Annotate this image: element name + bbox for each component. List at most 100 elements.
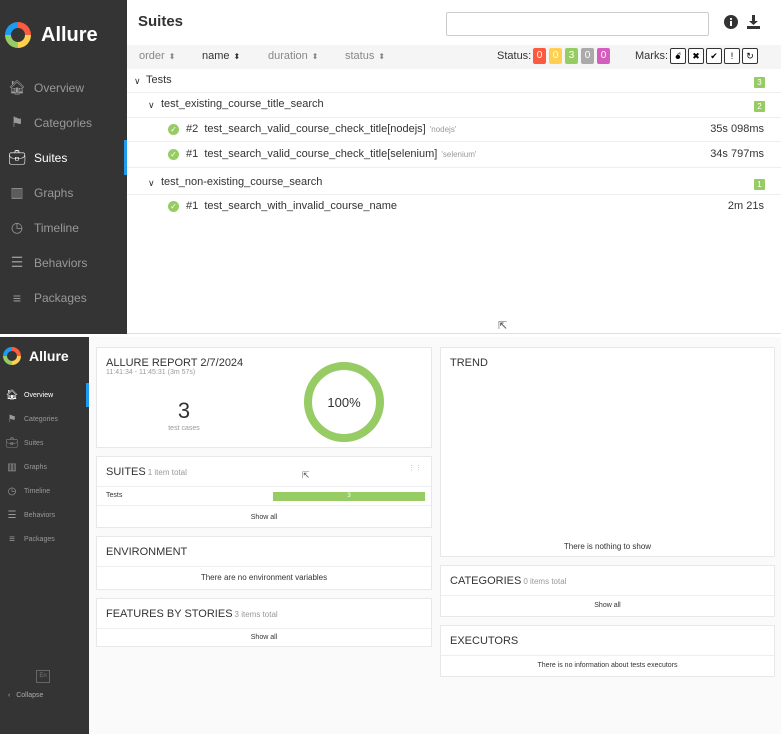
page-title: Suites xyxy=(138,13,184,30)
sidebar-item-timeline[interactable]: ◷ Timeline xyxy=(0,210,127,245)
packages-icon: ≡ xyxy=(9,533,15,545)
test-case-row[interactable]: ✓ #2 test_search_valid_course_check_titl… xyxy=(127,118,781,142)
count-badge: 2 xyxy=(754,101,765,112)
sort-by-order[interactable]: order ⬍ xyxy=(139,50,175,62)
sidebar-item-graphs[interactable]: ▥ Graphs xyxy=(0,455,89,479)
test-duration: 34s 797ms xyxy=(710,148,764,160)
tree-group[interactable]: ∨ test_existing_course_title_search 2 xyxy=(127,93,781,118)
test-case-title: #1 test_search_valid_course_check_title[… xyxy=(186,148,477,160)
sidebar-item-overview[interactable]: 🏠︎ Overview xyxy=(0,383,89,407)
categories-icon: ⚑ xyxy=(7,413,17,425)
categories-title: CATEGORIES 0 items total xyxy=(450,575,567,587)
suites-widget-title: SUITES 1 item total xyxy=(106,466,187,478)
report-title: ALLURE REPORT 2/7/2024 xyxy=(106,357,244,369)
suites-show-all[interactable]: Show all xyxy=(97,514,431,521)
sidebar-item-label: Overview xyxy=(24,391,54,399)
new-failed-mark-icon[interactable]: ✖ xyxy=(688,48,704,64)
new-passed-mark-icon[interactable]: ✔ xyxy=(706,48,722,64)
status-toggle-passed[interactable]: 3 xyxy=(565,48,578,64)
trend-title: TREND xyxy=(450,357,488,369)
executors-message: There is no information about tests exec… xyxy=(537,662,678,669)
sidebar-item-behaviors[interactable]: ☰ Behaviors xyxy=(0,245,127,280)
sort-by-status[interactable]: status ⬍ xyxy=(345,50,385,62)
download-icon[interactable] xyxy=(746,15,761,33)
briefcase-icon: 💼︎ xyxy=(8,149,26,165)
report-summary-widget: ALLURE REPORT 2/7/2024 11:41:34 - 11:45:… xyxy=(96,347,432,448)
status-toggle-failed[interactable]: 0 xyxy=(533,48,546,64)
suites-header: Suites xyxy=(127,5,781,45)
sidebar-item-categories[interactable]: ⚑ Categories xyxy=(0,407,89,431)
status-toggle-broken[interactable]: 0 xyxy=(549,48,562,64)
count-badge: 3 xyxy=(754,77,765,88)
tree-group-root[interactable]: ∨ Tests 3 xyxy=(127,69,781,93)
report-time-range: 11:41:34 - 11:45:31 (3m 57s) xyxy=(106,369,196,376)
sidebar-item-graphs[interactable]: ▥ Graphs xyxy=(0,175,127,210)
test-count: 3 xyxy=(177,398,191,423)
pass-rate-percent: 100% xyxy=(327,395,361,410)
sidebar-item-label: Suites xyxy=(24,439,44,447)
trend-widget: TREND There is nothing to show xyxy=(440,347,775,557)
tree-group[interactable]: ∨ test_non-existing_course_search 1 xyxy=(127,171,781,195)
status-toggle-skipped[interactable]: 0 xyxy=(581,48,594,64)
suites-panel: Suites order ⬍ name ⬍ duration ⬍ status ⬍ St… xyxy=(127,5,781,334)
app-logo[interactable]: Allure xyxy=(0,0,127,70)
passed-check-icon: ✓ xyxy=(168,124,179,135)
mouse-cursor-icon: ⇱ xyxy=(498,320,508,332)
timeline-icon: ◷ xyxy=(7,485,17,497)
drag-handle-icon[interactable]: ⋮⋮ xyxy=(408,464,422,472)
search-input[interactable] xyxy=(446,12,709,36)
sidebar-item-packages[interactable]: ≡ Packages xyxy=(0,527,89,551)
suite-bar-track[interactable]: 3 xyxy=(273,492,425,501)
status-filter-label: Status: xyxy=(497,50,532,62)
executors-widget: EXECUTORS There is no information about … xyxy=(440,625,775,677)
bar-chart-icon: ▥ xyxy=(10,184,24,200)
environment-widget: ENVIRONMENT There are no environment var… xyxy=(96,536,432,590)
sort-by-duration[interactable]: duration ⬍ xyxy=(268,50,318,62)
suites-screen: Allure 🏠︎ Overview ⚑ Categories 💼︎ Suites ▥ Gra… xyxy=(0,0,781,334)
sidebar-item-overview[interactable]: 🏠︎ Overview xyxy=(0,70,127,105)
sort-arrows-icon: ⬍ xyxy=(233,52,241,61)
test-duration: 35s 098ms xyxy=(710,123,764,135)
chevron-down-icon: ∨ xyxy=(134,76,141,86)
sort-toolbar: order ⬍ name ⬍ duration ⬍ status ⬍ Status: 0… xyxy=(127,45,781,69)
sidebar-item-label: Behaviors xyxy=(34,255,88,270)
new-broken-mark-icon[interactable]: ! xyxy=(724,48,740,64)
test-case-row[interactable]: ✓ #1 test_search_valid_course_check_titl… xyxy=(127,142,781,168)
app-name: Allure xyxy=(29,348,69,364)
suites-widget: SUITES 1 item total ⋮⋮ Tests 3 Show all ⇱ xyxy=(96,456,432,528)
marks-filter-label: Marks: xyxy=(635,50,668,62)
app-logo[interactable]: Allure xyxy=(0,337,89,375)
chevron-down-icon: ∨ xyxy=(148,100,155,110)
align-left-icon: ≡ xyxy=(12,289,22,306)
chevron-down-icon: ∨ xyxy=(148,178,155,188)
chevron-left-icon: ‹ xyxy=(8,692,11,699)
sidebar-item-timeline[interactable]: ◷ Timeline xyxy=(0,479,89,503)
sidebar-item-label: Categories xyxy=(24,415,58,423)
categories-show-all[interactable]: Show all xyxy=(441,602,774,609)
features-widget: FEATURES BY STORIES 3 items total Show al… xyxy=(96,598,432,647)
tree-group-label: test_non-existing_course_search xyxy=(161,176,323,188)
environment-message: There are no environment variables xyxy=(200,573,328,582)
sidebar-nav: 🏠︎ Overview ⚑ Categories 💼︎ Suites ▥ Graphs ◷ Tim… xyxy=(0,70,127,315)
sidebar-item-suites[interactable]: 💼︎ Suites xyxy=(0,140,127,175)
sidebar-item-behaviors[interactable]: ☰ Behaviors xyxy=(0,503,89,527)
mouse-cursor-icon: ⇱ xyxy=(302,470,310,480)
sort-by-name[interactable]: name ⬍ xyxy=(202,50,240,62)
sidebar-item-label: Behaviors xyxy=(24,511,56,519)
sidebar: Allure 🏠︎ Overview ⚑ Categories 💼︎ Suites ▥ Gra… xyxy=(0,337,89,734)
sidebar-item-label: Packages xyxy=(24,535,55,543)
suite-bar-fill: 3 xyxy=(273,492,425,501)
status-toggle-unknown[interactable]: 0 xyxy=(597,48,610,64)
collapse-button[interactable]: ‹ Collapse xyxy=(8,692,43,699)
info-icon[interactable] xyxy=(724,15,738,33)
language-button[interactable]: En xyxy=(36,670,50,683)
sidebar-item-packages[interactable]: ≡ Packages xyxy=(0,280,127,315)
home-icon: 🏠︎ xyxy=(8,79,26,95)
sidebar-item-suites[interactable]: 💼︎ Suites xyxy=(0,431,89,455)
features-show-all[interactable]: Show all xyxy=(97,634,431,641)
sidebar-item-categories[interactable]: ⚑ Categories xyxy=(0,105,127,140)
flaky-mark-icon[interactable]: 💣︎ xyxy=(670,48,686,64)
retries-mark-icon[interactable]: ↻ xyxy=(742,48,758,64)
test-param: 'selenium' xyxy=(441,150,477,159)
test-case-row[interactable]: ✓ #1 test_search_with_invalid_course_nam… xyxy=(127,195,781,219)
